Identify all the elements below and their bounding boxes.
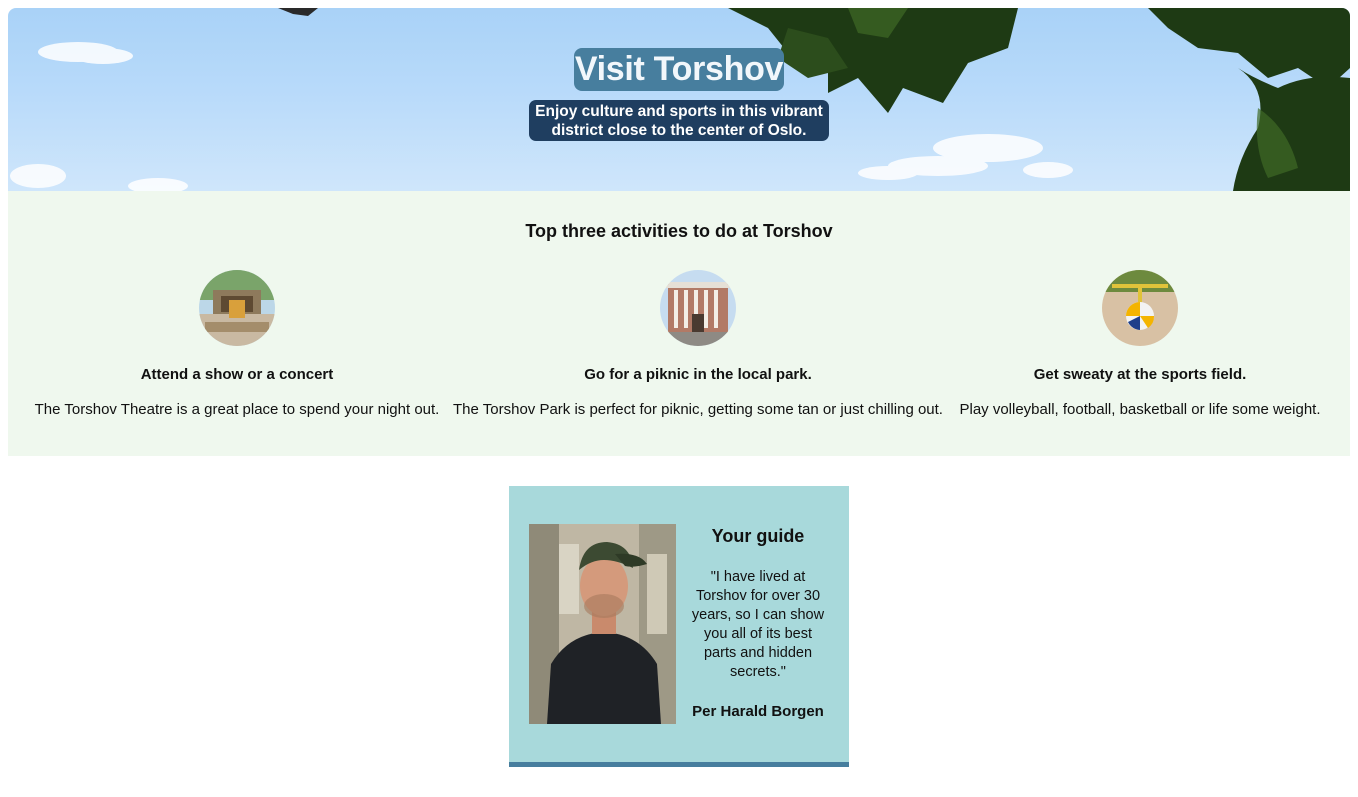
park-building-photo-icon	[660, 270, 736, 346]
activity-card: Attend a show or a concert The Torshov T…	[30, 270, 444, 430]
activity-description: The Torshov Park is perfect for piknic, …	[453, 401, 943, 418]
activity-description: Play volleyball, football, basketball or…	[959, 401, 1321, 418]
page-title: Visit Torshov	[574, 48, 784, 91]
activities-heading: Top three activities to do at Torshov	[525, 221, 833, 241]
activity-description: The Torshov Theatre is a great place to …	[34, 401, 440, 418]
guide-name: Per Harald Borgen	[692, 703, 824, 720]
activity-card: Go for a piknic in the local park. The T…	[448, 270, 948, 430]
activity-title: Get sweaty at the sports field.	[1033, 366, 1247, 383]
theatre-photo-icon	[199, 270, 275, 346]
guide-heading: Your guide	[711, 526, 805, 546]
activity-card: Get sweaty at the sports field. Play vol…	[953, 270, 1327, 430]
page-subtitle: Enjoy culture and sports in this vibrant…	[529, 100, 829, 141]
guide-quote: "I have lived at Torshov for over 30 yea…	[691, 569, 825, 680]
activity-title: Attend a show or a concert	[140, 366, 334, 383]
guide-avatar	[529, 524, 676, 724]
hero-banner: Visit Torshov Enjoy culture and sports i…	[8, 8, 1350, 191]
activities-section: Top three activities to do at Torshov At…	[8, 191, 1350, 456]
guide-card: Your guide "I have lived at Torshov for …	[509, 486, 849, 767]
volleyball-photo-icon	[1102, 270, 1178, 346]
activity-title: Go for a piknic in the local park.	[584, 366, 812, 383]
